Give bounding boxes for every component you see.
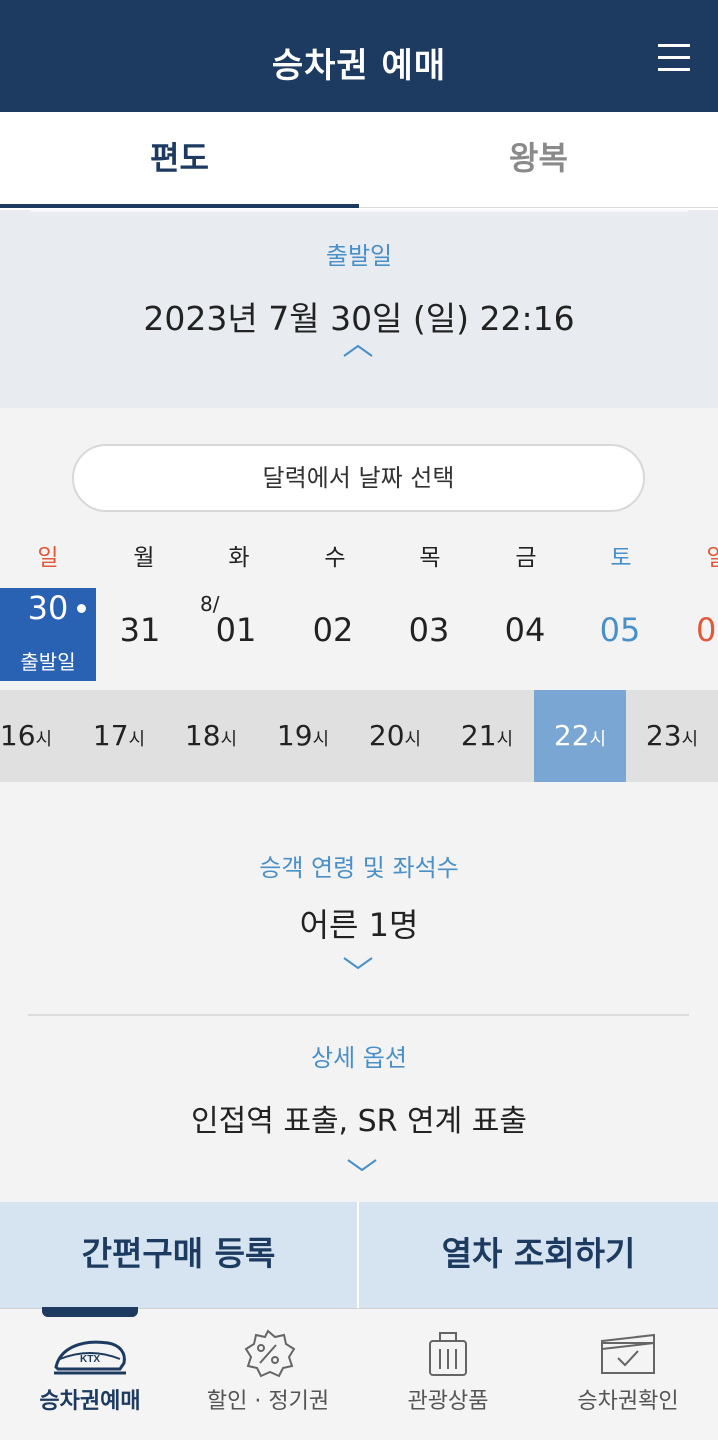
nav-label: 승차권확인 (577, 1389, 679, 1414)
app-header: 승차권 예매 (0, 0, 718, 112)
day-number: 05 (599, 611, 641, 649)
day-cell[interactable]: 05 (572, 588, 668, 681)
hour-option[interactable]: 18시 (165, 690, 257, 782)
select-date-from-calendar-button[interactable]: 달력에서 날짜 선택 (72, 444, 645, 512)
detail-options-value[interactable]: 인접역 표출, SR 연계 표출 (0, 1096, 718, 1140)
day-cell[interactable]: 02 (285, 588, 381, 681)
weekday-label: 수 (324, 545, 346, 571)
divider (28, 1014, 689, 1016)
hour-option[interactable]: 19시 (257, 690, 349, 782)
ktx-train-icon: KTX (54, 1340, 126, 1375)
weekday-label: 금 (515, 545, 537, 571)
today-dot-icon (77, 604, 86, 613)
weekday-label: 월 (133, 545, 155, 571)
hour-option[interactable]: 16시 (0, 690, 72, 782)
day-number: 31 (119, 611, 161, 649)
day-number: 02 (312, 611, 354, 649)
hour-option[interactable]: 17시 (73, 690, 165, 782)
hour-selector: 16시 17시 18시 19시 20시 21시 22시 23시 (0, 690, 718, 782)
discount-badge-icon (244, 1329, 296, 1378)
bottom-navigation: KTX 승차권예매 할인 · 정기권 관광상품 승차권확인 (0, 1307, 718, 1440)
day-cell[interactable]: 31 (92, 588, 188, 681)
day-cell[interactable]: 03 (381, 588, 477, 681)
chevron-down-icon[interactable] (342, 954, 374, 972)
weekday-label: 화 (228, 545, 250, 571)
passenger-value[interactable]: 어른 1명 (0, 900, 718, 946)
action-bar: 간편구매 등록 열차 조회하기 (0, 1202, 718, 1308)
weekday-label: 목 (419, 545, 441, 571)
day-cell[interactable]: 04 (477, 588, 573, 681)
weekday-label: 일 (706, 545, 718, 571)
nav-label: 관광상품 (407, 1389, 489, 1414)
nav-discount-pass[interactable]: 할인 · 정기권 (178, 1309, 358, 1440)
hour-option[interactable]: 20시 (349, 690, 441, 782)
hour-option[interactable]: 21시 (441, 690, 533, 782)
nav-ticket-booking[interactable]: KTX 승차권예매 (0, 1309, 180, 1440)
page-title: 승차권 예매 (271, 46, 447, 86)
departure-datetime: 2023년 7월 30일 (일) 22:16 (143, 299, 575, 338)
hour-option-selected[interactable]: 22시 (534, 690, 626, 782)
day-number: 04 (504, 611, 546, 649)
day-number: 0 (696, 611, 717, 649)
quick-purchase-register-button[interactable]: 간편구매 등록 (0, 1202, 359, 1308)
svg-text:KTX: KTX (80, 1354, 100, 1365)
trip-type-tabs: 편도 왕복 (0, 112, 718, 208)
hamburger-menu-icon[interactable] (658, 44, 690, 76)
passenger-label: 승객 연령 및 좌석수 (259, 854, 459, 882)
nav-label: 할인 · 정기권 (206, 1389, 330, 1414)
day-cell-selected[interactable]: 30 출발일 (0, 588, 96, 681)
tab-round-trip[interactable]: 왕복 (359, 112, 718, 208)
departure-day-tag: 출발일 (20, 650, 76, 674)
detail-options-label: 상세 옵션 (311, 1044, 407, 1072)
departure-label: 출발일 (325, 242, 393, 270)
day-number: 03 (408, 611, 450, 649)
weekday-label: 토 (610, 545, 632, 571)
day-cell[interactable]: 8/ 01 (188, 588, 284, 681)
chevron-up-icon[interactable] (342, 342, 374, 360)
tab-one-way[interactable]: 편도 (0, 112, 359, 208)
nav-label: 승차권예매 (39, 1389, 141, 1414)
divider (30, 210, 688, 212)
departure-date-section[interactable]: 출발일 2023년 7월 30일 (일) 22:16 (0, 210, 718, 408)
search-trains-button[interactable]: 열차 조회하기 (359, 1202, 718, 1308)
day-cell[interactable]: 0 (670, 588, 718, 681)
chevron-down-icon[interactable] (346, 1156, 378, 1174)
nav-travel-products[interactable]: 관광상품 (358, 1309, 538, 1440)
nav-ticket-check[interactable]: 승차권확인 (538, 1309, 718, 1440)
hour-option[interactable]: 23시 (626, 690, 718, 782)
luggage-icon (429, 1332, 467, 1376)
month-marker: 8/ (200, 592, 220, 616)
ticket-check-icon (601, 1333, 655, 1374)
